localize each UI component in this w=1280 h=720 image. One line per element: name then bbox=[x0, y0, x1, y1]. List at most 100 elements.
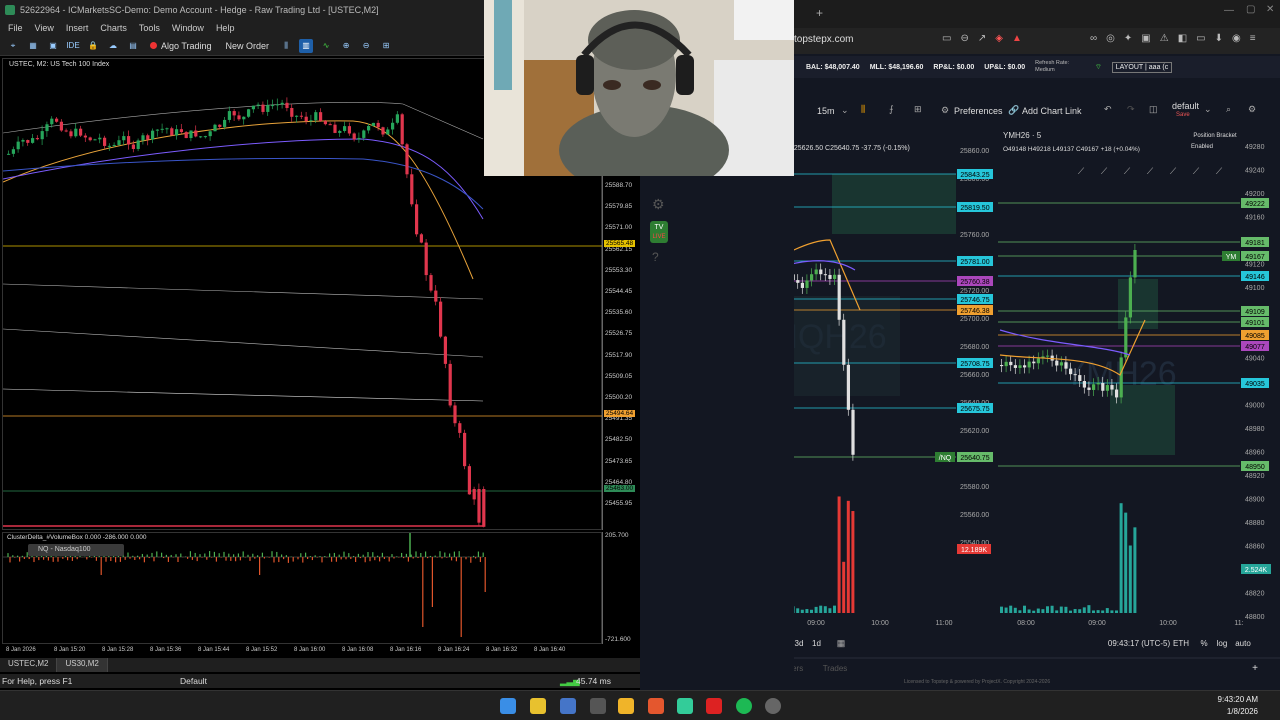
ide-button[interactable]: IDE bbox=[66, 39, 80, 53]
time-axis-label: 8 Jan 16:16 bbox=[390, 647, 422, 653]
download-icon[interactable]: ⬇ bbox=[1215, 33, 1223, 44]
brave-icon[interactable] bbox=[648, 698, 664, 714]
app-icon-2[interactable] bbox=[590, 698, 606, 714]
candle-body bbox=[45, 124, 49, 132]
sidebar-toggle-icon[interactable]: ◧ bbox=[1178, 33, 1187, 44]
zoom-icon[interactable]: ⊖ bbox=[960, 33, 968, 44]
extension-4-icon[interactable]: ⚠ bbox=[1160, 33, 1169, 44]
menu-charts[interactable]: Charts bbox=[100, 23, 127, 33]
lock-icon[interactable]: 🔒 bbox=[86, 39, 100, 53]
vpn-icon[interactable]: ◉ bbox=[1232, 33, 1241, 44]
candle-body bbox=[59, 121, 63, 131]
zoom-in-icon[interactable]: ⊕ bbox=[339, 39, 353, 53]
url-text[interactable]: topstepx.com bbox=[794, 34, 853, 45]
nq-overlay-badge[interactable]: NQ - Nasdaq100 bbox=[28, 544, 124, 556]
help-icon[interactable]: ? bbox=[652, 250, 659, 264]
sticky-notes-icon[interactable] bbox=[530, 698, 546, 714]
tab-us30[interactable]: US30,M2 bbox=[57, 658, 108, 672]
mt5-time-axis: 8 Jan 2026 8 Jan 15:20 8 Jan 15:28 8 Jan 15… bbox=[2, 645, 602, 657]
refresh-rate[interactable]: Refresh Rate: Medium bbox=[1035, 60, 1085, 74]
interval-select[interactable]: 15m bbox=[817, 106, 835, 116]
undo-icon[interactable]: ↶ bbox=[1104, 104, 1112, 115]
new-tab-icon[interactable]: + bbox=[816, 6, 823, 20]
preferences-button[interactable]: Preferences bbox=[954, 106, 1003, 116]
position-bracket-title: Position Bracket bbox=[1193, 133, 1237, 139]
app-icon-1[interactable] bbox=[560, 698, 576, 714]
share-icon[interactable]: ↗ bbox=[978, 33, 986, 44]
system-clock[interactable]: 9:43:20 AM 1/8/2026 bbox=[1218, 694, 1258, 718]
layout-select[interactable]: LAYOUT | aaa (c bbox=[1111, 61, 1173, 73]
indicators-icon[interactable]: ⨍ bbox=[889, 104, 894, 115]
settings-gear-icon[interactable]: ⚙ bbox=[652, 196, 665, 213]
gear-icon[interactable]: ⚙ bbox=[941, 105, 949, 116]
brave-shield-icon[interactable]: ◈ bbox=[995, 33, 1003, 44]
cursor-icon[interactable]: ⌖ bbox=[6, 39, 20, 53]
mt5-taskbar-icon[interactable] bbox=[677, 698, 693, 714]
minimize-icon[interactable]: — bbox=[1224, 5, 1234, 16]
market-icon[interactable]: ▤ bbox=[126, 39, 140, 53]
search-icon[interactable]: ⌕ bbox=[1226, 104, 1231, 115]
cast-icon[interactable]: ▭ bbox=[942, 33, 951, 44]
menu-icon[interactable]: ≡ bbox=[1250, 33, 1256, 44]
ym-volume-bar bbox=[1064, 606, 1068, 613]
spotify-icon[interactable] bbox=[736, 698, 752, 714]
tile-icon[interactable]: ⊞ bbox=[379, 39, 393, 53]
candle-body bbox=[323, 120, 327, 125]
price-axis-label: 25579.85 bbox=[605, 203, 633, 211]
candle-body bbox=[98, 137, 102, 140]
rewards-icon[interactable]: ▲ bbox=[1012, 33, 1022, 44]
ym-volume-bar bbox=[1082, 607, 1086, 613]
signals-icon[interactable]: ☁ bbox=[106, 39, 120, 53]
app-icon-3[interactable] bbox=[706, 698, 722, 714]
layout-name[interactable]: default bbox=[1172, 101, 1199, 111]
layout-save[interactable]: Save bbox=[1176, 112, 1190, 118]
ym-candle-body bbox=[1023, 365, 1027, 368]
candle-body bbox=[448, 363, 452, 406]
file-explorer-icon[interactable] bbox=[618, 698, 634, 714]
layout-icon[interactable]: ◫ bbox=[1149, 104, 1158, 115]
link-icon[interactable]: 🔗 bbox=[1008, 105, 1019, 116]
address-bar[interactable]: topstepx.com ▭ ⊖ ↗ ◈ ▲ ∞ ◎ ✦ ▣ ⚠ ◧ ▭ ⬇ ◉… bbox=[794, 28, 1280, 54]
tab-ustec[interactable]: USTEC,M2 bbox=[0, 658, 58, 672]
close-icon[interactable]: ✕ bbox=[1266, 4, 1274, 15]
layout-chevron-icon[interactable]: ⌄ bbox=[1204, 104, 1212, 115]
menu-view[interactable]: View bbox=[35, 23, 54, 33]
nq-overlay-label: NQ - Nasdaq100 bbox=[38, 546, 91, 553]
chart-bars-icon[interactable]: ▥ bbox=[299, 38, 314, 53]
candle-body bbox=[16, 141, 20, 150]
wallet-icon[interactable]: ▭ bbox=[1196, 33, 1205, 44]
menu-insert[interactable]: Insert bbox=[66, 23, 89, 33]
settings-icon[interactable]: ⚙ bbox=[1248, 104, 1256, 115]
chart-candles-icon[interactable]: ⫼ bbox=[279, 39, 293, 53]
new-chart-icon[interactable]: ▦ bbox=[26, 39, 40, 53]
menu-file[interactable]: File bbox=[8, 23, 23, 33]
chevron-down-icon[interactable]: ⌄ bbox=[841, 105, 849, 116]
nq-candle-body bbox=[837, 274, 841, 320]
tradingview-badge-icon[interactable]: TV LIVE bbox=[650, 221, 668, 243]
profiles-icon[interactable]: ▣ bbox=[46, 39, 60, 53]
templates-icon[interactable]: ⊞ bbox=[914, 104, 922, 115]
start-icon[interactable] bbox=[500, 698, 516, 714]
menu-tools[interactable]: Tools bbox=[139, 23, 160, 33]
new-order-button[interactable]: New Order bbox=[222, 41, 274, 51]
menu-window[interactable]: Window bbox=[172, 23, 204, 33]
nq-candle-body bbox=[851, 409, 855, 455]
ym-volume-bar bbox=[1050, 605, 1054, 613]
extension-2-icon[interactable]: ◎ bbox=[1106, 33, 1115, 44]
chart-tabs: USTEC,M2 US30,M2 bbox=[0, 658, 640, 672]
menu-help[interactable]: Help bbox=[216, 23, 235, 33]
redo-icon[interactable]: ↷ bbox=[1127, 104, 1135, 115]
nq-volume-bar bbox=[805, 609, 809, 613]
extension-3-icon[interactable]: ▣ bbox=[1141, 33, 1150, 44]
nq-price-tag-label: 25843.25 bbox=[960, 172, 989, 179]
extension-1-icon[interactable]: ∞ bbox=[1090, 33, 1097, 44]
candles-icon[interactable]: ⫼ bbox=[861, 104, 865, 115]
zoom-out-icon[interactable]: ⊖ bbox=[359, 39, 373, 53]
algo-trading-button[interactable]: Algo Trading bbox=[146, 41, 216, 51]
maximize-icon[interactable]: ▢ bbox=[1246, 4, 1255, 15]
nq-price-tag-label: 25746.75 bbox=[960, 297, 989, 304]
extensions-icon[interactable]: ✦ bbox=[1124, 33, 1132, 44]
obs-icon[interactable] bbox=[765, 698, 781, 714]
chart-line-icon[interactable]: ∿ bbox=[319, 39, 333, 53]
add-chart-link-button[interactable]: Add Chart Link bbox=[1022, 106, 1082, 116]
